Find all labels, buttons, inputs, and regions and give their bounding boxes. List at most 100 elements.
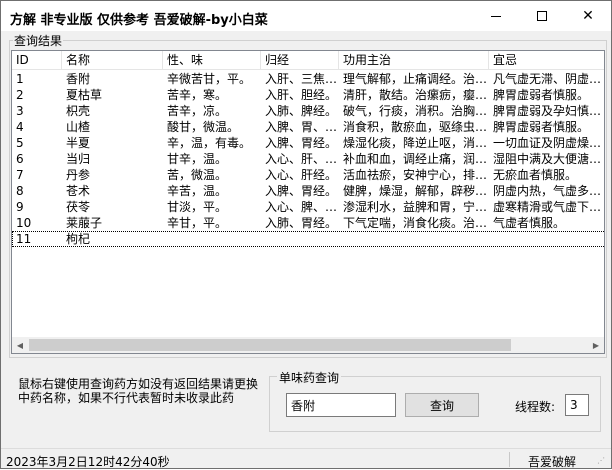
cell-contraindication: [489, 231, 604, 247]
close-button[interactable]: ✕: [565, 1, 611, 31]
resize-grip-icon[interactable]: ⋰: [597, 456, 607, 466]
cell-name: 夏枯草: [66, 88, 103, 102]
table-row[interactable]: 10 莱菔子 辛甘，平。 入肺、胃经。下气定喘，消食化痰。治咳嗽痰喘气虚者慎服。: [12, 215, 604, 231]
table-row[interactable]: 5 半夏 辛，温，有毒。入脾、胃经。燥湿化痰，降逆止呕，消痞散结一切血证及阴虚燥咳者…: [12, 135, 604, 151]
cell-function: 渗湿利水，益脾和胃，宁心安神: [343, 200, 489, 214]
cell-taste: 辛苦，温。: [167, 184, 228, 198]
list-header: ID 名称 性、味 归经 功用主治 宜忌: [12, 51, 604, 70]
title-bar[interactable]: 方解 非专业版 仅供参考 吾爱破解-by小白菜 ✕: [1, 1, 611, 31]
column-header-contraindication[interactable]: 宜忌: [489, 51, 604, 70]
scroll-right-button[interactable]: ▶: [588, 337, 604, 353]
cell-id: 10: [16, 216, 32, 230]
table-row[interactable]: 11 枸杞: [12, 231, 604, 247]
cell-contraindication: 凡气虚无滞、阴虚血热者忌服: [493, 72, 604, 86]
cell-id: 4: [16, 120, 24, 134]
cell-id: 6: [16, 152, 24, 166]
cell-taste: [163, 231, 261, 247]
cell-meridian: 入肺、胃经。: [265, 216, 338, 230]
cell-contraindication: 气虚者慎服。: [493, 216, 566, 230]
single-query-label: 单味药查询: [277, 369, 342, 386]
table-row[interactable]: 8 苍术 辛苦，温。 入脾、胃经。健脾，燥湿，解郁，辟秽。治湿盛阴虚内热，气虚多汗者忌…: [12, 183, 604, 199]
scroll-left-icon: ◀: [16, 340, 24, 350]
cell-name: 茯苓: [66, 200, 91, 214]
cell-contraindication: 湿阻中满及大便溏泄者慎服: [493, 152, 604, 166]
threads-input[interactable]: [565, 394, 589, 416]
results-list[interactable]: ID 名称 性、味 归经 功用主治 宜忌 1 香附 辛微苦甘，平。入肝、三焦经。理气…: [11, 50, 605, 354]
cell-function: 下气定喘，消食化痰。治咳嗽痰喘: [343, 216, 489, 230]
cell-contraindication: 无瘀血者慎服。: [493, 168, 578, 182]
cell-meridian: 入心、肝、脾经。: [265, 152, 339, 166]
table-row[interactable]: 4 山楂 酸甘，微温。 入脾、胃、肝经。消食积，散瘀血，驱绦虫。治肉积脾胃虚弱者慎服。: [12, 119, 604, 135]
herb-name-input[interactable]: [286, 393, 396, 417]
cell-taste: 苦辛，凉。: [167, 104, 228, 118]
horizontal-scrollbar[interactable]: ◀ ▶: [12, 337, 604, 353]
cell-taste: 甘淡，平。: [167, 200, 228, 214]
cell-taste: 苦辛，寒。: [167, 88, 228, 102]
cell-contraindication: 脾胃虚弱及孕妇慎服。: [493, 104, 605, 118]
cell-id: 11: [16, 232, 32, 246]
cell-id: 2: [16, 88, 24, 102]
cell-id: 3: [16, 104, 24, 118]
cell-id: 1: [16, 72, 24, 86]
cell-name: 当归: [66, 152, 91, 166]
cell-name: 半夏: [66, 136, 91, 150]
results-group-label: 查询结果: [13, 32, 64, 49]
cell-name: 苍术: [66, 184, 91, 198]
table-row[interactable]: 2 夏枯草 苦辛，寒。 入肝、胆经。清肝，散结。治瘰疬，瘿瘤，乳痈脾胃虚弱者慎服。: [12, 87, 604, 103]
status-datetime: 2023年3月2日12时42分40秒: [6, 455, 170, 469]
cell-name: 枸杞: [66, 232, 91, 246]
cell-taste: 辛，温，有毒。: [167, 136, 252, 150]
scroll-thumb[interactable]: [29, 339, 511, 351]
table-row[interactable]: 3 枳壳 苦辛，凉。 入肺、脾经。破气，行痰，消积。治胸膈痰滞脾胃虚弱及孕妇慎服。: [12, 103, 605, 119]
table-row[interactable]: 7 丹参 苦，微温。 入心、肝经。活血祛瘀，安神宁心，排脓止痛无瘀血者慎服。: [12, 167, 604, 183]
list-rows: 1 香附 辛微苦甘，平。入肝、三焦经。理气解郁，止痛调经。治肝胃不和凡气虚无滞、阴虚…: [12, 71, 605, 247]
column-header-id[interactable]: ID: [12, 51, 62, 70]
cell-taste: 辛微苦甘，平。: [167, 72, 252, 86]
scroll-left-button[interactable]: ◀: [12, 337, 28, 353]
cell-meridian: 入脾、胃、肝经。: [265, 120, 339, 134]
minimize-button[interactable]: [473, 1, 519, 31]
window-title: 方解 非专业版 仅供参考 吾爱破解-by小白菜: [10, 13, 268, 28]
column-header-name[interactable]: 名称: [62, 51, 163, 70]
column-header-function[interactable]: 功用主治: [339, 51, 489, 70]
cell-taste: 苦，微温。: [167, 168, 228, 182]
cell-taste: 甘辛，温。: [167, 152, 228, 166]
cell-function: 活血祛瘀，安神宁心，排脓止痛: [343, 168, 489, 182]
maximize-icon: [537, 11, 547, 21]
cell-contraindication: 阴虚内热，气虚多汗者忌服: [493, 184, 604, 198]
cell-function: 理气解郁，止痛调经。治肝胃不和: [343, 72, 489, 86]
cell-meridian: [261, 231, 339, 247]
query-button[interactable]: 查询: [405, 393, 479, 417]
table-row[interactable]: 1 香附 辛微苦甘，平。入肝、三焦经。理气解郁，止痛调经。治肝胃不和凡气虚无滞、阴虚…: [12, 71, 604, 87]
column-header-taste[interactable]: 性、味: [163, 51, 261, 70]
table-row[interactable]: 9 茯苓 甘淡，平。 入心、脾、肺经。渗湿利水，益脾和胃，宁心安神虚寒精滑或气虚下陷者…: [12, 199, 604, 215]
cell-meridian: 入心、肝经。: [265, 168, 338, 182]
cell-meridian: 入心、脾、肺经。: [265, 200, 339, 214]
cell-function: 健脾，燥湿，解郁，辟秽。治湿盛: [343, 184, 489, 198]
cell-id: 7: [16, 168, 24, 182]
maximize-button[interactable]: [519, 1, 565, 31]
cell-meridian: 入脾、胃经。: [265, 184, 338, 198]
cell-name: 枳壳: [66, 104, 91, 118]
cell-contraindication: 脾胃虚弱者慎服。: [493, 120, 590, 134]
status-separator: [509, 452, 510, 467]
cell-function: 清肝，散结。治瘰疬，瘿瘤，乳痈: [343, 88, 489, 102]
cell-function: 消食积，散瘀血，驱绦虫。治肉积: [343, 120, 489, 134]
cell-meridian: 入肺、脾经。: [265, 104, 338, 118]
status-bar: 2023年3月2日12时42分40秒 吾爱破解: [1, 448, 611, 469]
cell-name: 香附: [66, 72, 91, 86]
cell-contraindication: 一切血证及阴虚燥咳者忌服: [493, 136, 604, 150]
cell-id: 9: [16, 200, 24, 214]
status-brand: 吾爱破解: [528, 455, 577, 469]
cell-taste: 辛甘，平。: [167, 216, 228, 230]
usage-hint: 鼠标右键使用查询药方如没有返回结果请更换中药名称，如果不行代表暂时未收录此药: [18, 377, 259, 405]
cell-id: 8: [16, 184, 24, 198]
cell-function: 燥湿化痰，降逆止呕，消痞散结: [343, 136, 489, 150]
app-window: 方解 非专业版 仅供参考 吾爱破解-by小白菜 ✕ 查询结果 ID 名称 性、味…: [0, 0, 612, 469]
cell-id: 5: [16, 136, 24, 150]
table-row[interactable]: 6 当归 甘辛，温。 入心、肝、脾经。补血和血，调经止痛，润燥滑肠湿阻中满及大便溏泄者…: [12, 151, 604, 167]
cell-contraindication: 虚寒精滑或气虚下陷者忌服: [493, 200, 604, 214]
cell-function: 破气，行痰，消积。治胸膈痰滞: [343, 104, 489, 118]
cell-name: 丹参: [66, 168, 91, 182]
column-header-meridian[interactable]: 归经: [261, 51, 339, 70]
